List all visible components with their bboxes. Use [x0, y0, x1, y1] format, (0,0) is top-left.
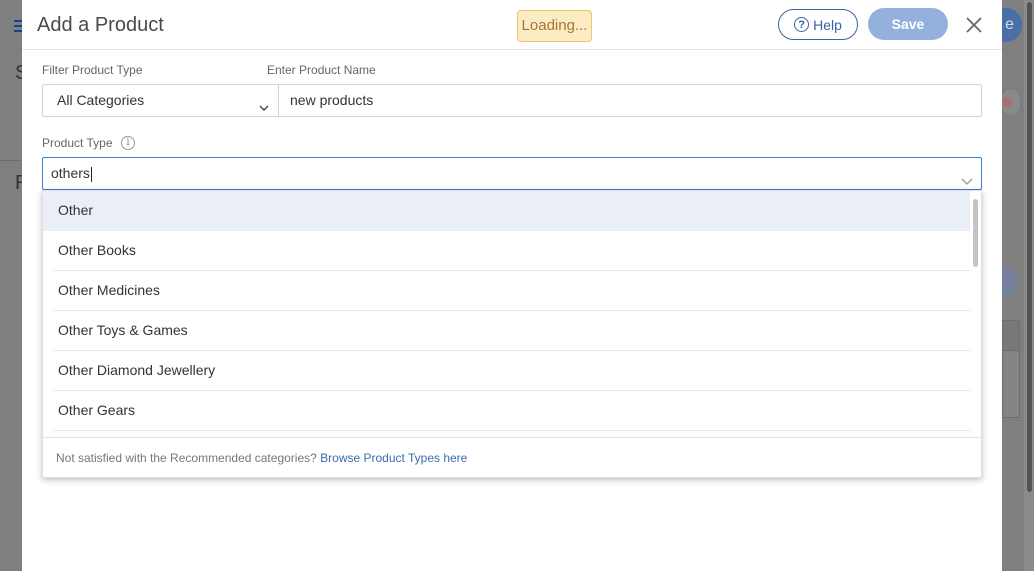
product-type-value: others — [51, 165, 90, 181]
dropdown-option-other-books[interactable]: Other Books — [53, 231, 970, 271]
filter-product-type-label: Filter Product Type — [42, 63, 143, 77]
dropdown-option-other-gears[interactable]: Other Gears — [53, 391, 970, 431]
background-table — [1002, 320, 1020, 418]
loading-badge: Loading... — [517, 10, 592, 42]
add-product-modal: Add a Product Loading... ? Help Save Fil… — [22, 0, 1002, 571]
dropdown-footer: Not satisfied with the Recommended categ… — [43, 437, 981, 477]
dropdown-option-other-toys-games[interactable]: Other Toys & Games — [53, 311, 970, 351]
close-icon[interactable] — [963, 14, 985, 36]
help-button-label: Help — [813, 16, 842, 33]
product-type-label: Product Type — [42, 136, 113, 150]
dropdown-option-other-diamond-jewellery[interactable]: Other Diamond Jewellery — [53, 351, 970, 391]
help-button[interactable]: ? Help — [778, 9, 858, 40]
page-scrollbar-thumb[interactable] — [1027, 2, 1032, 492]
text-caret — [90, 166, 92, 182]
modal-title: Add a Product — [37, 14, 164, 36]
category-select-value: All Categories — [57, 92, 145, 108]
save-button[interactable]: Save — [868, 8, 948, 40]
background-divider — [0, 160, 22, 161]
chevron-down-icon — [258, 94, 270, 124]
category-select[interactable]: All Categories — [43, 85, 279, 116]
product-name-label: Enter Product Name — [267, 63, 376, 77]
product-type-input[interactable]: others — [42, 157, 982, 190]
dropdown-options-list: Other Other Books Other Medicines Other … — [43, 191, 970, 437]
product-name-input[interactable]: new products — [279, 85, 981, 116]
dropdown-option-other-medicines[interactable]: Other Medicines — [53, 271, 970, 311]
dropdown-option-other[interactable]: Other — [43, 191, 970, 231]
browse-product-types-link[interactable]: Browse Product Types here — [320, 451, 467, 465]
filter-and-name-row: All Categories new products — [42, 84, 982, 117]
question-icon: ? — [794, 17, 810, 32]
product-type-dropdown: Other Other Books Other Medicines Other … — [42, 190, 982, 478]
dropdown-scrollbar[interactable] — [973, 199, 978, 267]
modal-header: Add a Product Loading... ? Help Save — [22, 0, 1002, 50]
info-icon[interactable]: i — [121, 136, 135, 150]
background-status-icon — [1001, 88, 1021, 116]
dropdown-footer-text: Not satisfied with the Recommended categ… — [56, 451, 317, 465]
